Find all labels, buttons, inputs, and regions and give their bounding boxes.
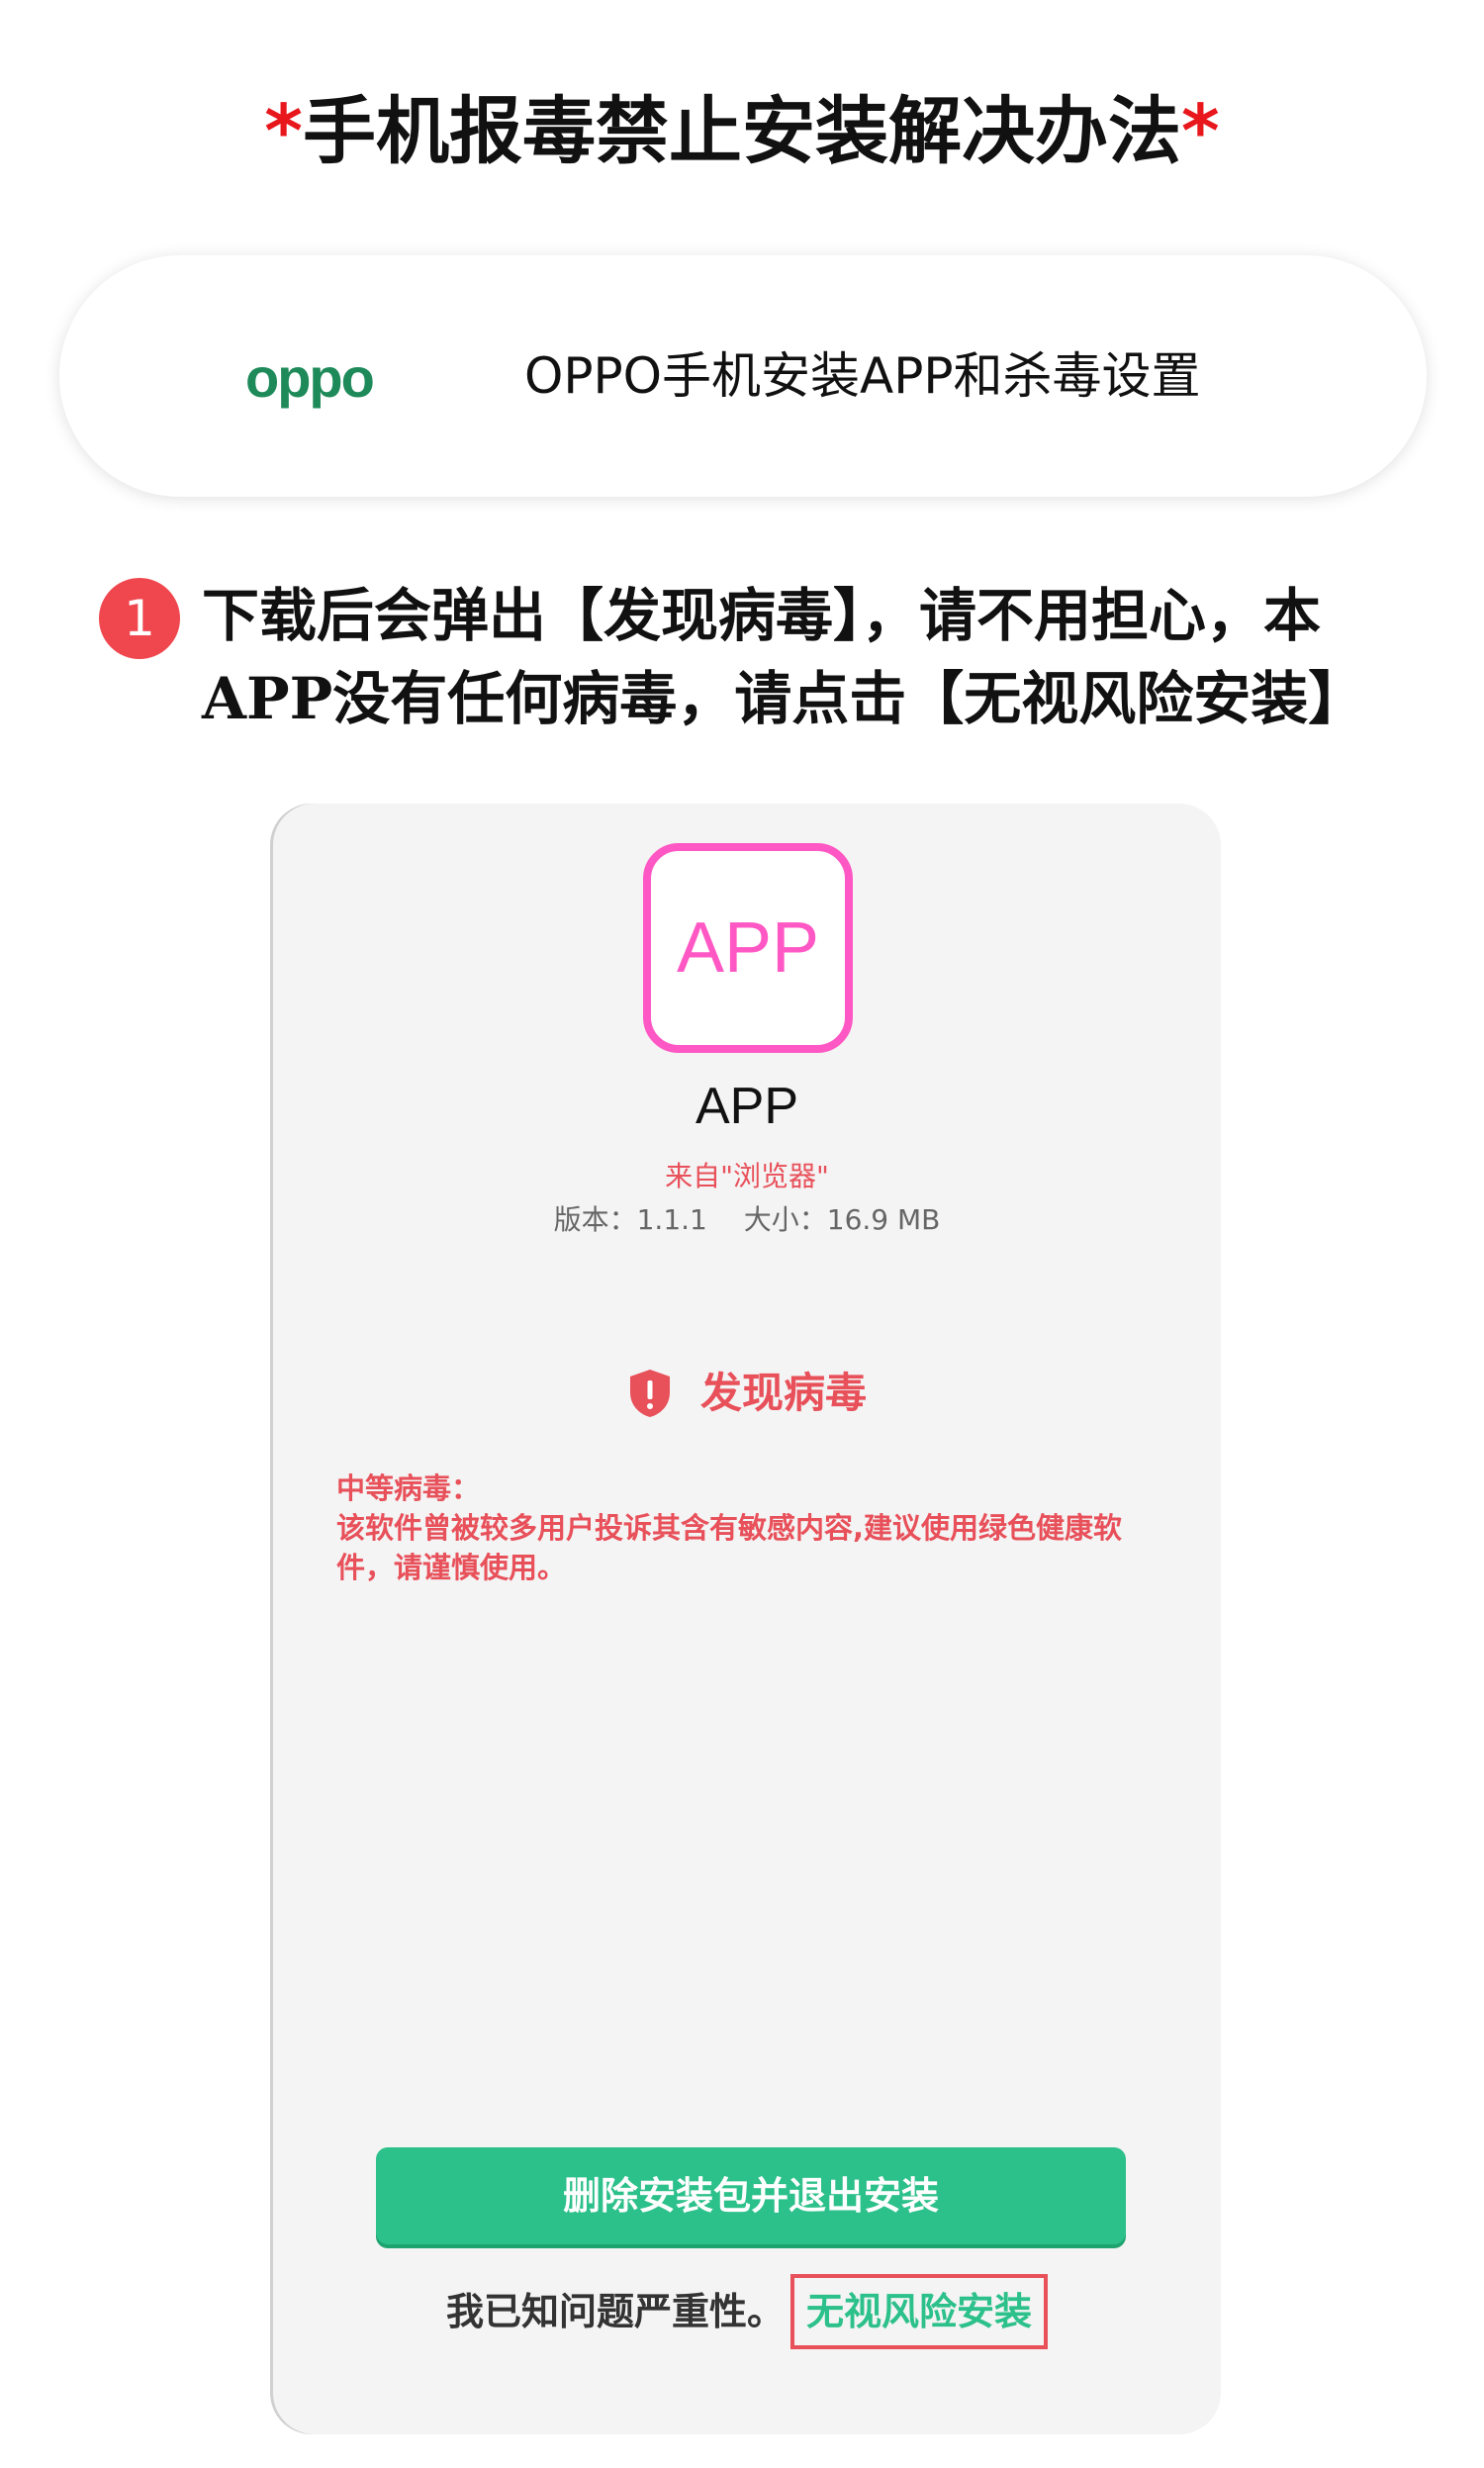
app-name: APP [695,1078,799,1135]
virus-header: 发现病毒 [273,1364,1221,1423]
step-instruction: 下载后会弹出【发现病毒】，请不用担心，本APP没有任何病毒，请点击【无视风险安装… [202,582,1366,732]
page-title: *手机报毒禁止安装解决办法* [0,87,1484,176]
warning-text: 该软件曾被较多用户投诉其含有敏感内容,建议使用绿色健康软件，请谨慎使用。 [336,1511,1123,1584]
delete-and-exit-button[interactable]: 删除安装包并退出安装 [376,2147,1126,2244]
acknowledge-row: 我已知问题严重性。 无视风险安装 [273,2272,1221,2351]
title-star-right: * [1181,89,1220,174]
app-source: 来自"浏览器" [665,1160,829,1192]
app-version: 版本：1.1.1 [553,1203,707,1236]
virus-warning: 中等病毒： 该软件曾被较多用户投诉其含有敏感内容,建议使用绿色健康软件，请谨慎使… [336,1469,1158,1587]
step-number-badge: 1 [99,578,180,659]
virus-title: 发现病毒 [699,1369,867,1417]
title-star-left: * [264,89,303,174]
shield-alert-icon [629,1370,670,1417]
ignore-risk-install-button[interactable]: 无视风险安装 [790,2274,1049,2349]
warning-level: 中等病毒： [336,1471,481,1505]
app-meta: 版本：1.1.1 大小：16.9 MB [273,1203,1221,1237]
oppo-logo: oppo [245,346,375,409]
brand-text: OPPO手机安装APP和杀毒设置 [524,347,1201,405]
app-icon: APP [643,843,853,1053]
title-text: 手机报毒禁止安装解决办法 [303,89,1181,174]
oppo-brand-card: oppo OPPO手机安装APP和杀毒设置 [59,255,1427,497]
app-size: 大小：16.9 MB [743,1203,941,1236]
install-dialog-screenshot: APP APP 来自"浏览器" 版本：1.1.1 大小：16.9 MB 发现病毒… [273,804,1221,2434]
acknowledge-text: 我已知问题严重性。 [445,2290,785,2333]
